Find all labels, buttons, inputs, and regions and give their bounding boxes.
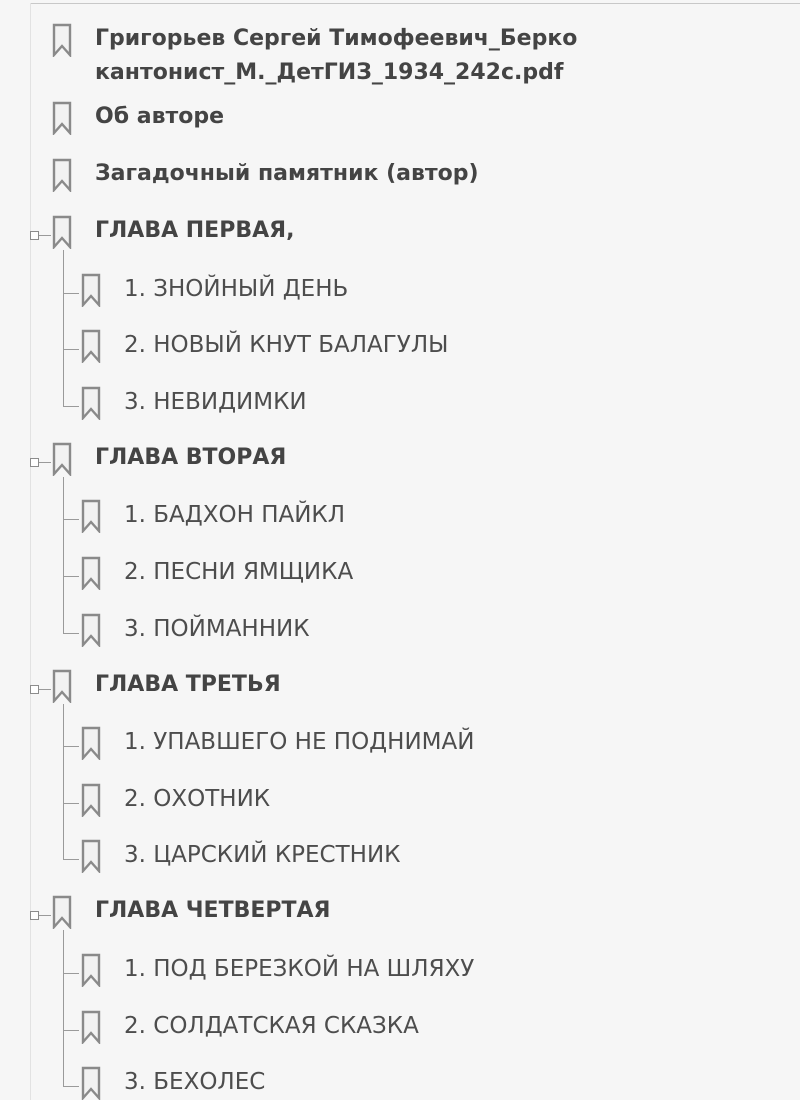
bookmark-section[interactable]: 2. СОЛДАТСКАЯ СКАЗКА [0, 1006, 800, 1052]
bookmark-item[interactable]: Загадочный памятник (автор) [0, 155, 800, 201]
bookmark-icon [52, 23, 72, 57]
section-title: 2. НОВЫЙ КНУТ БАЛАГУЛЫ [124, 332, 449, 359]
bookmark-section[interactable]: 1. ПОД БЕРЕЗКОЙ НА ШЛЯХУ [0, 949, 800, 995]
tree-connector [39, 915, 51, 917]
bookmark-icon [52, 101, 72, 135]
bookmark-icon [81, 1010, 101, 1044]
tree-branch [63, 576, 79, 577]
section-title: 1. БАДХОН ПАЙКЛ [124, 502, 346, 529]
collapse-toggle-icon[interactable] [30, 684, 39, 694]
panel-top-border [30, 3, 800, 4]
tree-connector [39, 235, 51, 236]
bookmark-icon [81, 953, 101, 987]
tree-branch [63, 973, 79, 974]
bookmark-section[interactable]: 1. УПАВШЕГО НЕ ПОДНИМАЙ [0, 722, 800, 768]
section-title: 3. ЦАРСКИЙ КРЕСТНИК [124, 842, 401, 869]
chapter-title: ГЛАВА ТРЕТЬЯ [95, 671, 281, 697]
bookmark-icon [81, 329, 101, 364]
section-title: 2. ПЕСНИ ЯМЩИКА [124, 559, 354, 585]
bookmark-icon [81, 613, 101, 647]
bookmark-chapter[interactable]: ГЛАВА ПЕРВАЯ, [0, 212, 800, 258]
bookmark-section[interactable]: 2. ОХОТНИК [0, 779, 800, 825]
section-title: 2. ОХОТНИК [124, 785, 271, 812]
tree-branch [63, 405, 79, 407]
collapse-toggle-icon[interactable] [30, 231, 39, 240]
tree-branch [63, 1086, 79, 1088]
bookmark-icon [81, 726, 101, 761]
chapter-title: ГЛАВА ЧЕТВЕРТАЯ [95, 898, 331, 924]
bookmark-icon [81, 1066, 101, 1100]
section-title: 3. ПОЙМАННИК [124, 615, 310, 642]
tree-branch [63, 746, 79, 748]
section-title: 3. НЕВИДИМКИ [124, 388, 307, 415]
bookmark-item[interactable]: Григорьев Сергей Тимофеевич_Берко кантони… [0, 20, 800, 94]
bookmark-section[interactable]: 3. БЕХОЛЕС [0, 1062, 800, 1100]
tree-branch [63, 632, 79, 634]
tree-branch [63, 859, 79, 861]
bookmark-icon [52, 442, 72, 476]
section-title: 3. БЕХОЛЕС [124, 1069, 266, 1096]
tree-branch [63, 1029, 79, 1031]
tree-connector [39, 688, 51, 690]
tree-branch [63, 292, 79, 294]
tree-branch [63, 519, 79, 521]
bookmark-chapter[interactable]: ГЛАВА ТРЕТЬЯ [0, 666, 800, 712]
bookmark-icon [81, 839, 101, 874]
bookmark-title-line2: кантонист_М._ДетГИЗ_1934_242c.pdf [95, 60, 564, 85]
bookmark-icon [52, 669, 72, 703]
bookmark-icon [81, 499, 101, 534]
bookmarks-panel: Григорьев Сергей Тимофеевич_Берко кантони… [0, 0, 800, 1100]
bookmark-section[interactable]: 1. ЗНОЙНЫЙ ДЕНЬ [0, 269, 800, 315]
bookmark-title: Григорьев Сергей Тимофеевич_Берко [95, 26, 578, 51]
chapter-title: ГЛАВА ПЕРВАЯ, [95, 218, 295, 243]
bookmark-icon [52, 215, 72, 249]
collapse-toggle-icon[interactable] [30, 911, 39, 921]
section-title: 1. ЗНОЙНЫЙ ДЕНЬ [124, 275, 349, 302]
collapse-toggle-icon[interactable] [30, 457, 39, 467]
bookmark-section[interactable]: 2. ПЕСНИ ЯМЩИКА [0, 552, 800, 598]
section-title: 1. УПАВШЕГО НЕ ПОДНИМАЙ [124, 729, 475, 756]
bookmark-section[interactable]: 3. ПОЙМАННИК [0, 609, 800, 655]
tree-branch [63, 802, 79, 804]
section-title: 2. СОЛДАТСКАЯ СКАЗКА [124, 1012, 419, 1039]
bookmark-title: Об авторе [95, 104, 225, 129]
bookmark-section[interactable]: 2. НОВЫЙ КНУТ БАЛАГУЛЫ [0, 325, 800, 371]
bookmark-section[interactable]: 3. ЦАРСКИЙ КРЕСТНИК [0, 835, 800, 881]
bookmark-item[interactable]: Об авторе [0, 98, 800, 144]
tree-connector [39, 461, 51, 463]
bookmark-icon [52, 895, 72, 930]
chapter-title: ГЛАВА ВТОРАЯ [95, 444, 287, 470]
bookmark-icon [81, 556, 101, 590]
bookmark-icon [81, 386, 101, 420]
bookmark-section[interactable]: 1. БАДХОН ПАЙКЛ [0, 495, 800, 541]
bookmark-icon [81, 273, 101, 307]
bookmark-chapter[interactable]: ГЛАВА ЧЕТВЕРТАЯ [0, 892, 800, 938]
bookmark-section[interactable]: 3. НЕВИДИМКИ [0, 382, 800, 428]
bookmark-chapter[interactable]: ГЛАВА ВТОРАЯ [0, 439, 800, 485]
bookmark-icon [81, 783, 101, 817]
tree-branch [63, 349, 79, 351]
bookmark-title: Загадочный памятник (автор) [95, 161, 479, 186]
bookmark-icon [52, 158, 72, 192]
section-title: 1. ПОД БЕРЕЗКОЙ НА ШЛЯХУ [124, 956, 475, 982]
